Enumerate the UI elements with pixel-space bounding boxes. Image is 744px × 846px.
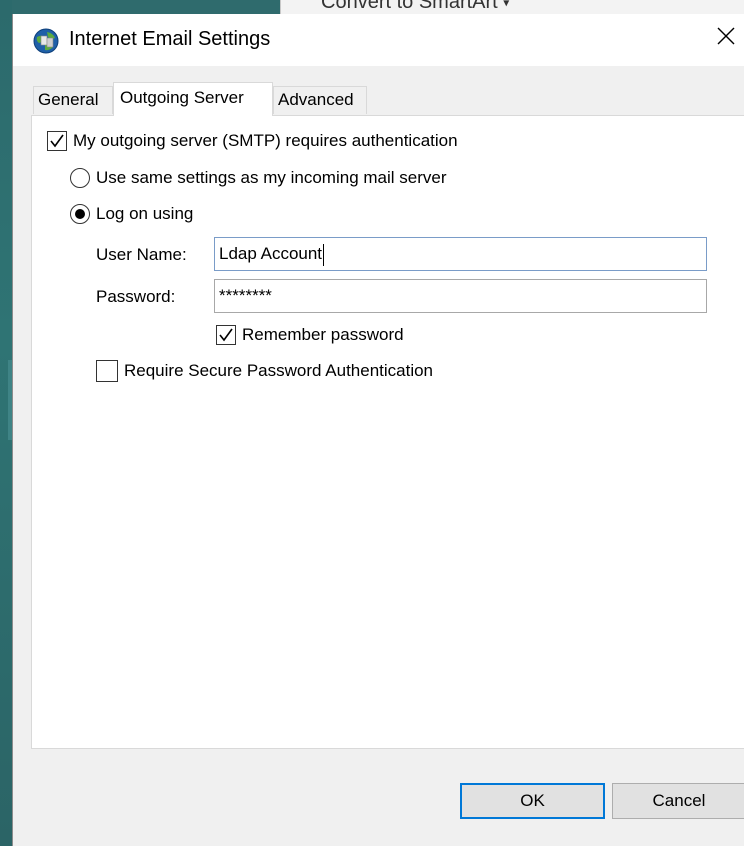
- log-on-row[interactable]: Log on using: [70, 204, 193, 224]
- close-button[interactable]: [708, 18, 744, 58]
- dialog-title: Internet Email Settings: [69, 28, 271, 50]
- same-settings-label: Use same settings as my incoming mail se…: [96, 168, 447, 187]
- background-app-text: Convert to SmartArt: [321, 0, 498, 13]
- background-app-ribbon: Convert to SmartArt ▾: [280, 0, 744, 14]
- spa-row[interactable]: Require Secure Password Authentication: [96, 360, 433, 382]
- username-value: Ldap Account: [219, 244, 323, 263]
- internet-email-settings-dialog: Internet Email Settings General Outgoing…: [12, 14, 744, 846]
- tab-general[interactable]: General: [33, 86, 113, 114]
- text-caret: [323, 243, 325, 266]
- remember-password-row[interactable]: Remember password: [216, 325, 404, 345]
- checkmark-icon: [50, 134, 64, 148]
- username-input[interactable]: Ldap Account: [214, 237, 707, 271]
- tab-outgoing-server[interactable]: Outgoing Server: [113, 82, 273, 116]
- outlook-globe-icon: [33, 28, 59, 54]
- remember-password-label: Remember password: [242, 325, 404, 344]
- radio-selected-dot: [75, 209, 85, 219]
- ok-button[interactable]: OK: [460, 783, 605, 819]
- remember-password-checkbox[interactable]: [216, 325, 236, 345]
- log-on-radio[interactable]: [70, 204, 90, 224]
- spa-label: Require Secure Password Authentication: [124, 361, 434, 380]
- chevron-down-icon: ▾: [503, 0, 510, 10]
- password-value: ********: [219, 286, 272, 305]
- dialog-client-area: General Outgoing Server Advanced My outg…: [13, 66, 744, 846]
- tab-advanced[interactable]: Advanced: [273, 86, 367, 114]
- checkmark-icon: [219, 328, 233, 342]
- same-settings-row[interactable]: Use same settings as my incoming mail se…: [70, 168, 447, 188]
- spa-checkbox[interactable]: [96, 360, 118, 382]
- password-label: Password:: [96, 287, 176, 306]
- smtp-auth-label: My outgoing server (SMTP) requires authe…: [73, 131, 458, 150]
- smtp-auth-row[interactable]: My outgoing server (SMTP) requires authe…: [47, 131, 458, 151]
- outgoing-server-panel: My outgoing server (SMTP) requires authe…: [31, 115, 744, 749]
- username-label: User Name:: [96, 245, 187, 264]
- title-bar[interactable]: Internet Email Settings: [13, 14, 744, 66]
- smtp-auth-checkbox[interactable]: [47, 131, 67, 151]
- desktop-background: [0, 0, 12, 846]
- log-on-label: Log on using: [96, 204, 194, 223]
- same-settings-radio[interactable]: [70, 168, 90, 188]
- cancel-button[interactable]: Cancel: [612, 783, 744, 819]
- password-input[interactable]: ********: [214, 279, 707, 313]
- close-icon: [716, 26, 736, 51]
